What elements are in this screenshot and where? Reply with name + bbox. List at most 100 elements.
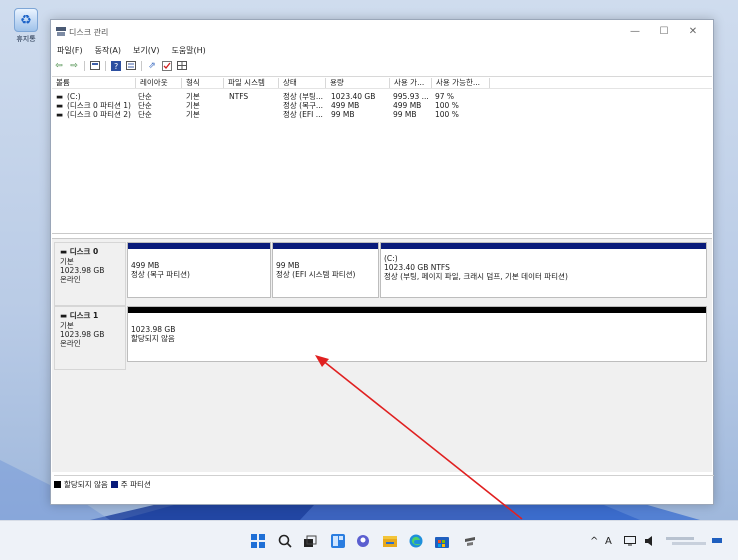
- column-header-filesystem[interactable]: 파일 시스템: [224, 78, 279, 88]
- column-header-free-space[interactable]: 사용 가...: [390, 78, 432, 88]
- column-header-status[interactable]: 상태: [279, 78, 326, 88]
- toolbar: ⇦ ⇨ ? ⇗: [53, 59, 188, 72]
- cell-free-space: 995.93 ...: [393, 92, 429, 101]
- settings-icon[interactable]: [462, 533, 478, 549]
- volume-icon: ▬: [56, 101, 64, 110]
- cell-free-space: 99 MB: [393, 110, 417, 119]
- close-button[interactable]: ✕: [679, 24, 707, 40]
- menu-view[interactable]: 보기(V): [131, 44, 161, 58]
- volume-icon[interactable]: [642, 533, 658, 549]
- primary-partition-bar: [273, 243, 378, 249]
- disk-1-label[interactable]: ▬ 디스크 1 기본 1023.98 GB 온라인: [54, 306, 126, 370]
- recycle-bin[interactable]: ♻ 휴지통: [8, 8, 44, 52]
- unallocated-space[interactable]: 1023.98 GB 할당되지 않음: [127, 306, 707, 362]
- disk-management-window: 디스크 관리 — ☐ ✕ 파일(F) 동작(A) 보기(V) 도움말(H) ⇦ …: [50, 19, 714, 505]
- task-view-icon[interactable]: [302, 533, 318, 549]
- connect-icon[interactable]: ⇗: [146, 60, 158, 71]
- chat-icon[interactable]: [355, 533, 371, 549]
- window-title: 디스크 관리: [69, 28, 109, 37]
- cell-volume: (디스크 0 파티션 2): [67, 110, 131, 119]
- menu-file[interactable]: 파일(F): [55, 44, 85, 58]
- cell-free-space: 499 MB: [393, 101, 422, 110]
- edge-icon[interactable]: [408, 533, 424, 549]
- list-view-icon[interactable]: [125, 60, 137, 71]
- cell-type: 기본: [186, 110, 200, 119]
- disk-1-size: 1023.98 GB: [60, 330, 105, 339]
- column-header-capacity[interactable]: 용량: [326, 78, 390, 88]
- column-header-volume[interactable]: 볼륨: [52, 78, 136, 88]
- cell-layout: 단순: [138, 101, 152, 110]
- svg-text:?: ?: [114, 62, 118, 71]
- taskbar: ^ A: [0, 520, 738, 560]
- cell-volume: (디스크 0 파티션 1): [67, 101, 131, 110]
- legend-primary-swatch: [110, 481, 118, 488]
- disk-0-kind: 기본: [60, 257, 74, 266]
- cell-capacity: 1023.40 GB: [331, 92, 376, 101]
- menu-action[interactable]: 동작(A): [93, 44, 123, 58]
- partition-size: 499 MB: [131, 261, 160, 270]
- primary-partition-bar: [128, 243, 270, 249]
- disk-drive-icon: ▬: [60, 311, 70, 320]
- cell-percent-free: 100 %: [435, 110, 459, 119]
- volume-icon: ▬: [56, 110, 64, 119]
- disk-0-size: 1023.98 GB: [60, 266, 105, 275]
- minimize-button[interactable]: —: [621, 24, 649, 40]
- disk-1-name: 디스크 1: [69, 311, 99, 320]
- clock-area[interactable]: [666, 533, 710, 549]
- menu-bar: 파일(F) 동작(A) 보기(V) 도움말(H): [55, 44, 208, 58]
- notification-icon[interactable]: [712, 533, 722, 549]
- toolbar-separator: [141, 60, 142, 71]
- unallocated-bar: [128, 307, 706, 313]
- cell-status: 정상 (복구...: [283, 101, 324, 110]
- cell-percent-free: 97 %: [435, 92, 455, 101]
- cell-layout: 단순: [138, 110, 152, 119]
- cell-percent-free: 100 %: [435, 101, 459, 110]
- store-icon[interactable]: [434, 533, 450, 549]
- network-icon[interactable]: [622, 533, 638, 549]
- maximize-button[interactable]: ☐: [650, 24, 678, 40]
- table-row[interactable]: ▬ (디스크 0 파티션 2) 단순 기본 정상 (EFI ... 99 MB …: [52, 110, 712, 119]
- help-icon[interactable]: ?: [110, 60, 122, 71]
- primary-partition-bar: [381, 243, 706, 249]
- cell-filesystem: NTFS: [229, 92, 249, 101]
- legend-unallocated-swatch: [54, 481, 61, 488]
- toolbar-separator: [84, 60, 85, 71]
- partition-size: 99 MB: [276, 261, 300, 270]
- disk-0-state: 온라인: [60, 275, 81, 284]
- disk-0-label[interactable]: ▬ 디스크 0 기본 1023.98 GB 온라인: [54, 242, 126, 306]
- tray-overflow-caret[interactable]: ^: [590, 533, 598, 549]
- checklist-icon[interactable]: [161, 60, 173, 71]
- cell-status: 정상 (부팅...: [283, 92, 324, 101]
- input-method-indicator[interactable]: A: [605, 533, 612, 549]
- volume-icon: ▬: [56, 92, 64, 101]
- back-icon[interactable]: ⇦: [53, 60, 65, 71]
- disk-management-app-icon: [56, 27, 66, 36]
- menu-help[interactable]: 도움말(H): [169, 44, 207, 58]
- column-header-type[interactable]: 형식: [182, 78, 224, 88]
- legend-unallocated-label: 할당되지 않음: [64, 480, 108, 489]
- properties-icon[interactable]: [89, 60, 101, 71]
- partition-c-drive[interactable]: (C:) 1023.40 GB NTFS 정상 (부팅, 페이지 파일, 크래시…: [380, 242, 707, 298]
- settings-grid-icon[interactable]: [176, 60, 188, 71]
- windows-start-icon[interactable]: [250, 533, 266, 549]
- cell-capacity: 499 MB: [331, 101, 360, 110]
- partition-status: 정상 (부팅, 페이지 파일, 크래시 덤프, 기본 데이터 파티션): [384, 272, 568, 281]
- volume-list: 볼륨 레이아웃 형식 파일 시스템 상태 용량 사용 가... 사용 가능한..…: [52, 76, 712, 234]
- title-bar[interactable]: 디스크 관리 — ☐ ✕: [51, 20, 713, 42]
- search-icon[interactable]: [277, 533, 293, 549]
- table-row[interactable]: ▬ (C:) 단순 기본 NTFS 정상 (부팅... 1023.40 GB 9…: [52, 92, 712, 101]
- partition-recovery[interactable]: 499 MB 정상 (복구 파티션): [127, 242, 271, 298]
- recycle-bin-icon: ♻: [14, 8, 38, 32]
- file-explorer-icon[interactable]: [382, 533, 398, 549]
- forward-icon[interactable]: ⇨: [68, 60, 80, 71]
- partition-size: 1023.40 GB NTFS: [384, 263, 450, 272]
- column-header-percent-free[interactable]: 사용 가능한...: [432, 78, 490, 88]
- column-header-layout[interactable]: 레이아웃: [136, 78, 182, 88]
- table-row[interactable]: ▬ (디스크 0 파티션 1) 단순 기본 정상 (복구... 499 MB 4…: [52, 101, 712, 110]
- widgets-icon[interactable]: [330, 533, 346, 549]
- partition-efi[interactable]: 99 MB 정상 (EFI 시스템 파티션): [272, 242, 379, 298]
- cell-volume: (C:): [67, 92, 81, 101]
- recycle-bin-label: 휴지통: [16, 35, 36, 43]
- cell-type: 기본: [186, 92, 200, 101]
- disk-0-row: ▬ 디스크 0 기본 1023.98 GB 온라인 499 MB 정상 (복구 …: [52, 242, 712, 306]
